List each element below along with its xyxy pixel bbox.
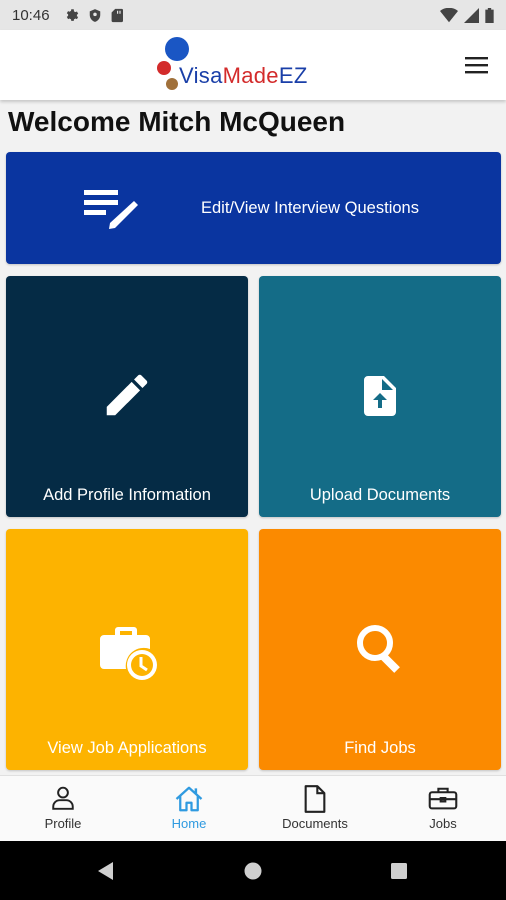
nav-item-home[interactable]: Home: [126, 776, 252, 842]
work-history-icon: [100, 627, 157, 680]
shield-icon: [89, 8, 100, 22]
page-title: Welcome Mitch McQueen: [8, 106, 346, 137]
status-bar: 10:46: [0, 0, 506, 30]
tile-label: View Job Applications: [47, 739, 207, 757]
upload-file-icon: [364, 376, 396, 416]
back-icon[interactable]: [96, 861, 116, 881]
app-logo: VisaMadeEZ: [155, 37, 355, 93]
signal-icon: [464, 7, 479, 23]
tile-label: Add Profile Information: [43, 486, 211, 504]
battery-icon: [485, 7, 494, 23]
home-circle-icon[interactable]: [244, 862, 262, 880]
hamburger-menu-icon: [465, 57, 488, 74]
find-jobs-tile[interactable]: Find Jobs: [259, 529, 501, 770]
logo-made: Made: [222, 63, 279, 88]
nav-label-profile: Profile: [44, 816, 82, 831]
nav-item-profile[interactable]: Profile: [0, 776, 126, 842]
menu-button[interactable]: [464, 54, 490, 76]
nav-label-documents: Documents: [282, 816, 348, 831]
briefcase-icon: [428, 787, 458, 810]
bottom-nav: Profile Home Documents Jobs: [0, 775, 506, 841]
add-profile-information-tile[interactable]: Add Profile Information: [6, 276, 248, 517]
person-icon: [52, 786, 74, 810]
wifi-icon: [440, 7, 458, 22]
logo-visa: Visa: [179, 63, 223, 88]
tile-label: Find Jobs: [344, 739, 416, 757]
view-job-applications-tile[interactable]: View Job Applications: [6, 529, 248, 770]
tile-label: Upload Documents: [309, 486, 451, 504]
nav-item-jobs[interactable]: Jobs: [380, 776, 506, 842]
home-icon: [175, 786, 203, 812]
sd-card-icon: [111, 8, 123, 22]
pencil-icon: [106, 374, 148, 416]
logo-ez: EZ: [278, 63, 308, 88]
settings-icon: [66, 8, 78, 21]
search-icon: [357, 625, 400, 673]
system-nav-bar: [0, 841, 506, 900]
recents-icon[interactable]: [391, 863, 407, 879]
logo-wordmark: VisaMadeEZ: [179, 63, 308, 89]
edit-interview-questions-tile[interactable]: Edit/View Interview Questions: [6, 152, 501, 264]
edit-notes-icon: [84, 190, 138, 229]
status-time: 10:46: [12, 6, 50, 24]
app-header: VisaMadeEZ: [0, 30, 506, 100]
nav-label-home: Home: [171, 816, 207, 831]
document-icon: [304, 785, 326, 813]
nav-item-documents[interactable]: Documents: [252, 776, 378, 842]
upload-documents-tile[interactable]: Upload Documents: [259, 276, 501, 517]
tile-label: Edit/View Interview Questions: [201, 199, 419, 217]
nav-label-jobs: Jobs: [429, 816, 457, 831]
